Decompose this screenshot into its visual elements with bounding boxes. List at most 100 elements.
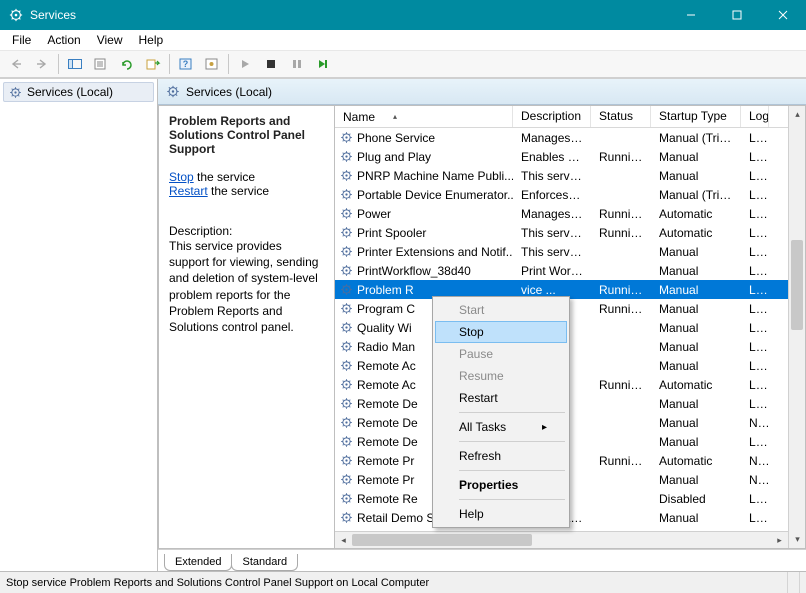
service-logon: Loc [741, 207, 769, 221]
connect-button[interactable] [200, 52, 224, 76]
service-name: Remote De [357, 435, 418, 449]
service-desc: Enforces gr... [513, 188, 591, 202]
menu-file[interactable]: File [4, 31, 39, 49]
statusbar: Stop service Problem Reports and Solutio… [0, 571, 806, 593]
vscroll-up[interactable]: ▴ [788, 106, 805, 128]
service-row[interactable]: PowerManages p...RunningAutomaticLoc [335, 204, 788, 223]
service-row[interactable]: Phone ServiceManages th...Manual (Trig..… [335, 128, 788, 147]
gear-icon [339, 397, 353, 411]
ctx-help[interactable]: Help [435, 503, 567, 525]
stop-service-line: Stop the service [169, 170, 324, 184]
service-startup-type: Manual (Trig... [651, 188, 741, 202]
service-row[interactable]: Printer Extensions and Notif...This serv… [335, 242, 788, 261]
service-status: Running [591, 454, 651, 468]
service-row[interactable]: PrintWorkflow_38d40Print Workfl...Manual… [335, 261, 788, 280]
service-startup-type: Disabled [651, 492, 741, 506]
service-startup-type: Automatic [651, 378, 741, 392]
menu-view[interactable]: View [89, 31, 131, 49]
service-name: Power [357, 207, 391, 221]
service-logon: Loc [741, 321, 769, 335]
stop-service-link[interactable]: Stop [169, 170, 194, 184]
service-name: Plug and Play [357, 150, 431, 164]
tab-standard[interactable]: Standard [231, 554, 298, 571]
service-logon: Loc [741, 150, 769, 164]
service-logon: Loc [741, 131, 769, 145]
service-name: Printer Extensions and Notif... [357, 245, 513, 259]
col-logon[interactable]: Log [741, 106, 769, 127]
col-name[interactable]: Name▴ [335, 106, 513, 127]
gear-icon [339, 207, 353, 221]
ctx-stop[interactable]: Stop [435, 321, 567, 343]
service-startup-type: Manual [651, 511, 741, 525]
service-name: Phone Service [357, 131, 435, 145]
minimize-button[interactable] [668, 0, 714, 30]
ctx-properties[interactable]: Properties [435, 474, 567, 496]
service-startup-type: Manual [651, 283, 741, 297]
vertical-scrollbar[interactable]: ▾ [788, 128, 805, 548]
col-status[interactable]: Status [591, 106, 651, 127]
menu-action[interactable]: Action [39, 31, 88, 49]
gear-icon [8, 85, 22, 99]
service-row[interactable]: Portable Device Enumerator...Enforces gr… [335, 185, 788, 204]
pause-service-button[interactable] [285, 52, 309, 76]
service-name: Print Spooler [357, 226, 426, 240]
service-startup-type: Manual [651, 245, 741, 259]
service-status: Running [591, 302, 651, 316]
horizontal-scrollbar[interactable]: ◂ ▸ [335, 531, 788, 548]
service-startup-type: Manual [651, 340, 741, 354]
gear-icon [339, 131, 353, 145]
nav-back-button[interactable] [4, 52, 28, 76]
service-startup-type: Manual [651, 264, 741, 278]
gear-icon [339, 169, 353, 183]
hscroll-right[interactable]: ▸ [771, 532, 788, 549]
description-body: This service provides support for viewin… [169, 238, 324, 335]
service-name: Remote Re [357, 492, 418, 506]
ctx-all-tasks[interactable]: All Tasks▸ [435, 416, 567, 438]
help-button[interactable]: ? [174, 52, 198, 76]
ctx-refresh[interactable]: Refresh [435, 445, 567, 467]
service-desc: This service ... [513, 169, 591, 183]
service-row[interactable]: Plug and PlayEnables a c...RunningManual… [335, 147, 788, 166]
toolbar-sep [58, 54, 59, 74]
menubar: File Action View Help [0, 30, 806, 50]
ctx-restart[interactable]: Restart [435, 387, 567, 409]
service-desc: Enables a c... [513, 150, 591, 164]
restart-service-link[interactable]: Restart [169, 184, 208, 198]
service-name: Remote Ac [357, 359, 416, 373]
vscroll-thumb[interactable] [791, 240, 803, 330]
hscroll-left[interactable]: ◂ [335, 532, 352, 549]
maximize-button[interactable] [714, 0, 760, 30]
export-list-button[interactable] [141, 52, 165, 76]
hscroll-thumb[interactable] [352, 534, 532, 546]
menu-help[interactable]: Help [131, 31, 172, 49]
context-menu: Start Stop Pause Resume Restart All Task… [432, 296, 570, 528]
tree-item-label: Services (Local) [27, 85, 113, 99]
nav-forward-button[interactable] [30, 52, 54, 76]
service-row[interactable]: Print SpoolerThis service ...RunningAuto… [335, 223, 788, 242]
vscroll-down[interactable]: ▾ [789, 531, 806, 548]
properties-button[interactable] [89, 52, 113, 76]
col-description[interactable]: Description [513, 106, 591, 127]
gear-icon [339, 359, 353, 373]
stop-service-button[interactable] [259, 52, 283, 76]
tab-extended[interactable]: Extended [164, 554, 232, 571]
close-button[interactable] [760, 0, 806, 30]
tree-item-services-local[interactable]: Services (Local) [3, 82, 154, 102]
gear-icon [339, 188, 353, 202]
show-hide-tree-button[interactable] [63, 52, 87, 76]
start-service-button[interactable] [233, 52, 257, 76]
service-row[interactable]: PNRP Machine Name Publi...This service .… [335, 166, 788, 185]
toolbar-sep [228, 54, 229, 74]
service-startup-type: Manual [651, 302, 741, 316]
refresh-button[interactable] [115, 52, 139, 76]
service-logon: Loc [741, 378, 769, 392]
service-logon: Net [741, 454, 769, 468]
service-desc: Print Workfl... [513, 264, 591, 278]
ctx-sep [459, 470, 565, 471]
service-startup-type: Manual [651, 473, 741, 487]
restart-service-button[interactable] [311, 52, 335, 76]
service-logon: Loc [741, 226, 769, 240]
service-logon: Loc [741, 283, 769, 297]
service-name: Problem R [357, 283, 414, 297]
col-startup-type[interactable]: Startup Type [651, 106, 741, 127]
